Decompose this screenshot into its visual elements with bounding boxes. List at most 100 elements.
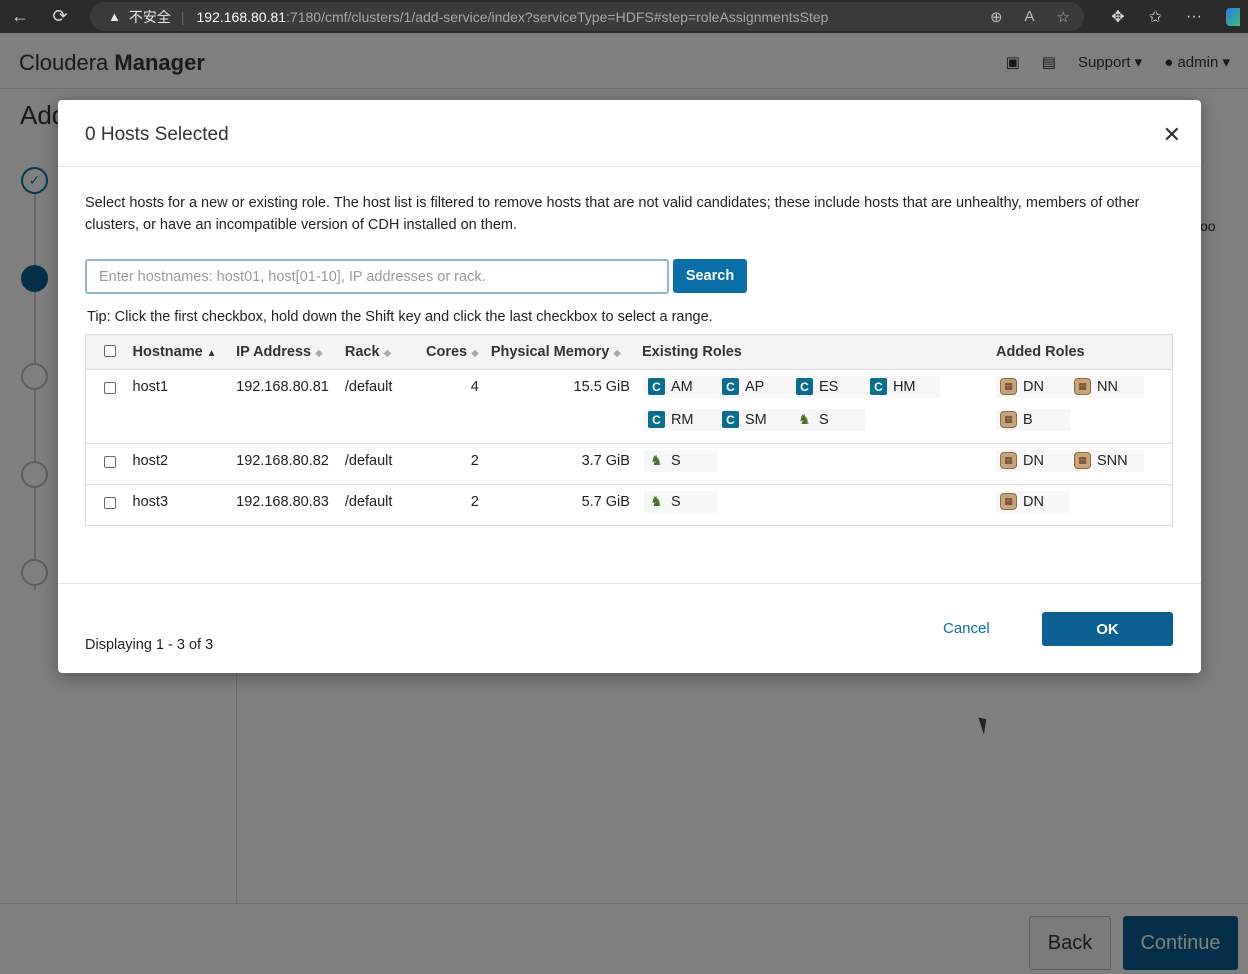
- table-row[interactable]: host2 192.168.80.82/default 2 3.7 GiB ♞ S ▦ DN ▦…: [86, 443, 1172, 485]
- table-cell: 5.7 GiB: [485, 484, 636, 525]
- role-code: SNN: [1097, 452, 1128, 469]
- cell-cores: 2: [470, 493, 479, 510]
- reload-icon[interactable]: ⟳: [40, 0, 80, 33]
- more-menu-icon[interactable]: ···: [1186, 8, 1202, 26]
- cell-cores: 2: [470, 452, 479, 469]
- column-header-ip[interactable]: IP Address ◆: [230, 335, 339, 370]
- role-code: NN: [1097, 378, 1118, 395]
- table-cell: ▦ DN: [990, 484, 1172, 525]
- cloudera-role-icon: C: [721, 378, 739, 395]
- edge-profile-icon[interactable]: [1226, 7, 1240, 26]
- table-cell: 192.168.80.81: [230, 369, 339, 444]
- table-cell: 2: [420, 443, 485, 485]
- row-checkbox[interactable]: [104, 455, 116, 468]
- role-code: HM: [892, 378, 916, 395]
- search-row: Search: [85, 259, 747, 294]
- back-arrow-icon[interactable]: ←: [0, 0, 40, 33]
- cell-memory: 5.7 GiB: [581, 493, 630, 510]
- table-cell: /default: [338, 443, 420, 485]
- column-label: IP Address: [236, 343, 312, 360]
- column-header-cores[interactable]: Cores ◆: [420, 335, 485, 370]
- table-row[interactable]: host1 192.168.80.81/default 4 15.5 GiB C AM C A…: [86, 369, 1172, 444]
- role-code: DN: [1023, 493, 1044, 510]
- table-cell: 192.168.80.83: [230, 484, 339, 525]
- column-header-rack[interactable]: Rack ◆: [338, 335, 420, 370]
- cell-rack: /default: [344, 493, 393, 510]
- role-code: SM: [744, 411, 767, 428]
- sort-icon: ◆: [315, 347, 323, 359]
- agent-role-icon: ♞: [650, 452, 663, 468]
- cloudera-role-icon: C: [869, 378, 887, 395]
- table-cell: ▦ DN ▦ NN ▦ B: [990, 369, 1172, 444]
- dialog-header: 0 Hosts Selected ✕: [58, 100, 1201, 167]
- range-select-tip: Tip: Click the first checkbox, hold down…: [87, 309, 713, 325]
- column-header-hostname[interactable]: Hostname ▲: [126, 335, 231, 370]
- column-label: Hostname: [132, 343, 203, 360]
- role-badge: ▦ NN: [1070, 375, 1144, 398]
- column-label: Rack: [344, 343, 380, 360]
- role-badge: C AM: [643, 375, 718, 398]
- dialog-footer: Cancel OK: [58, 583, 1201, 673]
- table-cell: 192.168.80.82: [230, 443, 339, 485]
- cell-cores: 4: [470, 378, 479, 395]
- ok-button[interactable]: OK: [1042, 612, 1173, 646]
- read-aloud-icon[interactable]: A: [1025, 8, 1035, 25]
- existing-roles-list: ♞ S: [643, 490, 984, 524]
- sort-icon: ◆: [471, 347, 479, 359]
- row-checkbox[interactable]: [104, 381, 116, 394]
- sort-icon: ◆: [613, 347, 621, 359]
- column-header-added-roles: Added Roles: [990, 335, 1172, 370]
- table-cell: [86, 443, 127, 485]
- hdfs-role-icon: ▦: [1000, 452, 1017, 469]
- select-all-header: [86, 335, 127, 370]
- cloudera-role-icon: C: [721, 411, 739, 428]
- dialog-title: 0 Hosts Selected: [85, 124, 229, 145]
- favorite-star-icon[interactable]: ☆: [1057, 8, 1070, 26]
- search-button[interactable]: Search: [673, 259, 747, 293]
- hdfs-role-icon: ▦: [1074, 378, 1091, 395]
- role-code: RM: [670, 411, 694, 428]
- hdfs-role-icon: ▦: [1000, 411, 1017, 428]
- dialog-body: Select hosts for a new or existing role.…: [85, 192, 1173, 653]
- cancel-link[interactable]: Cancel: [943, 620, 990, 637]
- role-badge: C RM: [643, 408, 718, 431]
- role-badge: C AP: [717, 375, 792, 398]
- warning-icon: ▲: [108, 9, 121, 24]
- address-bar[interactable]: ▲ 不安全 | 192.168.80.81:7180/cmf/clusters/…: [90, 2, 1084, 31]
- column-header-memory[interactable]: Physical Memory ◆: [484, 335, 636, 370]
- agent-role-icon: ♞: [650, 493, 663, 509]
- cell-memory: 3.7 GiB: [581, 452, 630, 469]
- role-badge: C HM: [865, 375, 940, 398]
- favorites-icon[interactable]: ✩: [1149, 7, 1162, 27]
- role-badge: ▦ DN: [996, 375, 1070, 398]
- cell-hostname: host3: [132, 493, 169, 510]
- table-cell: /default: [339, 484, 420, 525]
- table-cell: 2: [420, 484, 485, 525]
- select-all-checkbox[interactable]: [104, 345, 116, 358]
- table-cell: 3.7 GiB: [484, 443, 636, 485]
- dialog-description: Select hosts for a new or existing role.…: [85, 195, 1140, 233]
- table-row[interactable]: host3 192.168.80.83/default 2 5.7 GiB ♞ S ▦ DN: [86, 484, 1172, 525]
- table-cell: 15.5 GiB: [484, 369, 636, 444]
- table-cell: host2: [126, 443, 231, 485]
- cloudera-role-icon: C: [647, 378, 665, 395]
- hdfs-role-icon: ▦: [1074, 452, 1091, 469]
- role-badge: ▦ DN: [996, 449, 1070, 472]
- extensions-icon[interactable]: ✥: [1111, 7, 1124, 27]
- host-search-input[interactable]: [85, 259, 669, 294]
- role-code: AP: [744, 378, 765, 395]
- role-badge: ♞ S: [791, 408, 866, 431]
- zoom-icon[interactable]: ⊕: [990, 8, 1003, 26]
- role-code: DN: [1023, 452, 1044, 469]
- row-checkbox[interactable]: [104, 496, 116, 509]
- role-code: S: [818, 411, 829, 428]
- cell-hostname: host1: [132, 378, 169, 395]
- cell-ip: 192.168.80.81: [236, 378, 329, 395]
- close-icon[interactable]: ✕: [1163, 122, 1181, 148]
- hosts-table: Hostname ▲ IP Address ◆ Rack ◆ Cores ◆ Physi…: [85, 334, 1173, 526]
- hdfs-role-icon: ▦: [1000, 378, 1017, 395]
- table-cell: ♞ S: [635, 443, 990, 485]
- host-selection-dialog: 0 Hosts Selected ✕ Select hosts for a ne…: [58, 100, 1201, 673]
- table-cell: ▦ DN ▦ SNN: [990, 443, 1172, 485]
- cloudera-role-icon: C: [647, 411, 665, 428]
